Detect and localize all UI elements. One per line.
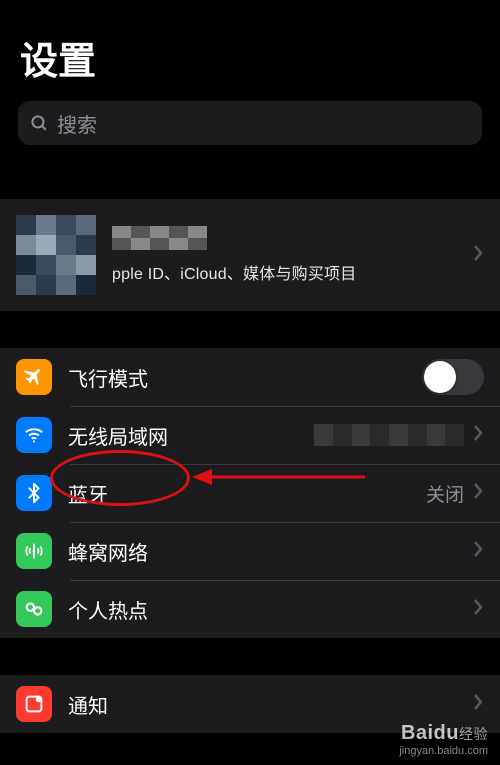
row-label: 飞行模式	[68, 363, 422, 392]
chevron-right-icon	[472, 693, 484, 716]
chevron-right-icon	[472, 598, 484, 621]
row-label: 个人热点	[68, 595, 472, 624]
chevron-right-icon	[472, 244, 484, 267]
page-title: 设置	[0, 0, 500, 101]
search-icon	[30, 114, 49, 133]
airplane-icon	[16, 359, 52, 395]
row-label: 蓝牙	[68, 479, 426, 508]
hotspot-row[interactable]: 个人热点	[0, 580, 500, 638]
airplane-switch[interactable]	[422, 359, 484, 395]
chevron-right-icon	[472, 540, 484, 563]
profile-name-blurred	[112, 226, 207, 250]
wifi-row[interactable]: 无线局域网	[0, 406, 500, 464]
bluetooth-icon	[16, 475, 52, 511]
cellular-row[interactable]: 蜂窝网络	[0, 522, 500, 580]
row-label: 通知	[68, 690, 472, 719]
row-value: 关闭	[426, 480, 464, 507]
wifi-icon	[16, 417, 52, 453]
search-placeholder: 搜索	[57, 109, 97, 138]
row-label: 蜂窝网络	[68, 537, 472, 566]
bluetooth-row[interactable]: 蓝牙 关闭	[0, 464, 500, 522]
apple-id-row[interactable]: pple ID、iCloud、媒体与购买项目	[0, 199, 500, 311]
watermark: Baidu经验 jingyan.baidu.com	[399, 722, 488, 757]
hotspot-icon	[16, 591, 52, 627]
airplane-mode-row[interactable]: 飞行模式	[0, 348, 500, 406]
profile-subtitle: pple ID、iCloud、媒体与购买项目	[112, 260, 472, 284]
chevron-right-icon	[472, 424, 484, 447]
wifi-value-blurred	[314, 424, 464, 446]
row-label: 无线局域网	[68, 421, 314, 450]
search-input[interactable]: 搜索	[18, 101, 482, 145]
settings-group-connectivity: 飞行模式 无线局域网 蓝牙 关闭 蜂窝网络 个人热点	[0, 347, 500, 638]
avatar	[16, 215, 96, 295]
notifications-icon	[16, 686, 52, 722]
cellular-icon	[16, 533, 52, 569]
chevron-right-icon	[472, 482, 484, 505]
